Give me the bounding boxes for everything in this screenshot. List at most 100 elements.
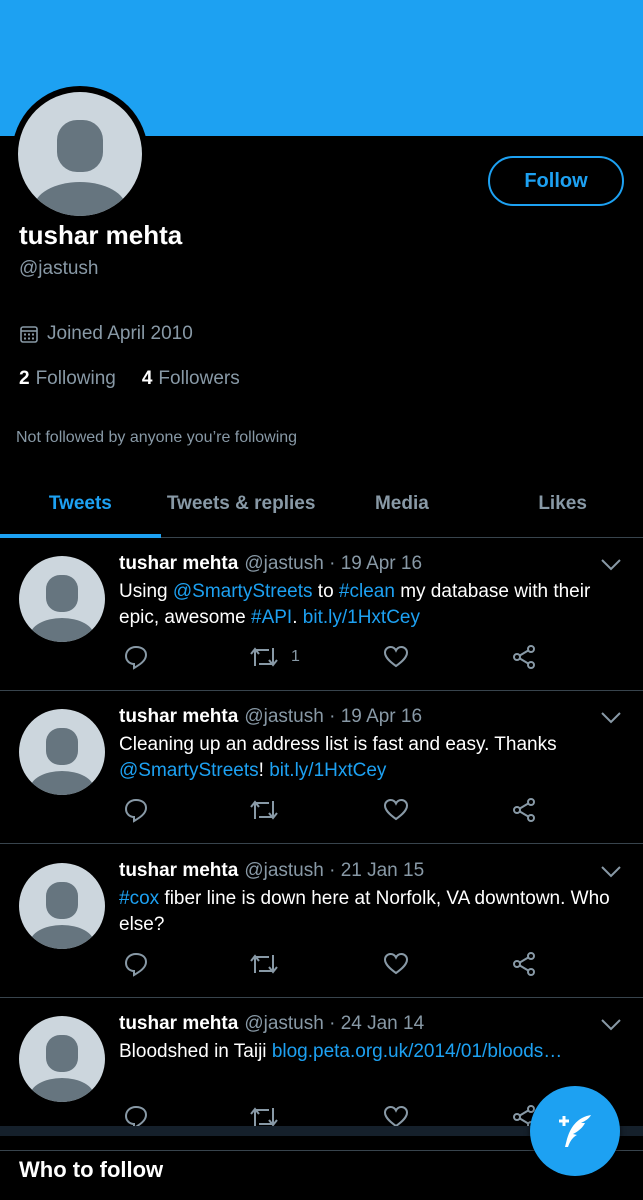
calendar-icon [20, 326, 38, 343]
tweet-card[interactable]: tushar mehta @jastush · 19 Apr 16 Using @… [0, 538, 643, 691]
joined-label: Joined April 2010 [47, 323, 193, 344]
joined-date: Joined April 2010 [19, 323, 193, 345]
following-link[interactable]: 2 Following [19, 368, 116, 390]
tweet-link[interactable]: bit.ly/1HxtCey [303, 607, 420, 628]
default-avatar-icon [30, 1035, 94, 1102]
tweet-link[interactable]: #cox [119, 888, 159, 909]
tweet-link[interactable]: #API [251, 607, 292, 628]
tweet-header: tushar mehta @jastush · 21 Jan 15 [119, 860, 424, 882]
retweet-count: 1 [291, 648, 300, 665]
profile-avatar[interactable] [12, 86, 148, 222]
tweet-avatar[interactable] [19, 709, 105, 795]
chevron-down-icon [601, 559, 621, 571]
tweet-card[interactable]: tushar mehta @jastush · 19 Apr 16 Cleanin… [0, 691, 643, 844]
following-label: Following [35, 368, 116, 389]
tab-media[interactable]: Media [322, 470, 483, 537]
reply-button[interactable] [123, 797, 149, 823]
tweet-author-name[interactable]: tushar mehta [119, 553, 238, 574]
share-icon [513, 952, 535, 976]
tweet-menu-button[interactable] [600, 558, 622, 577]
reply-button[interactable] [123, 951, 149, 977]
tweet-card[interactable]: tushar mehta @jastush · 21 Jan 15 #cox fi… [0, 845, 643, 998]
tab-tweets-and-replies[interactable]: Tweets & replies [161, 470, 322, 537]
like-button[interactable] [383, 797, 409, 823]
tweet-header: tushar mehta @jastush · 19 Apr 16 [119, 553, 422, 575]
retweet-button[interactable]: 1 [249, 644, 300, 670]
share-button[interactable] [511, 951, 537, 977]
share-button[interactable] [511, 797, 537, 823]
tweet-avatar[interactable] [19, 1016, 105, 1102]
share-button[interactable] [511, 644, 537, 670]
tweet-link[interactable]: @SmartyStreets [173, 581, 313, 602]
followers-label: Followers [158, 368, 240, 389]
tweet-menu-button[interactable] [600, 1018, 622, 1037]
share-icon [513, 798, 535, 822]
tab-likes[interactable]: Likes [482, 470, 643, 537]
retweet-icon [250, 647, 278, 667]
tweet-header: tushar mehta @jastush · 24 Jan 14 [119, 1013, 424, 1035]
tweet-link[interactable]: blog.peta.org.uk/2014/01/bloods… [272, 1041, 563, 1062]
tweet-actions [119, 951, 549, 981]
tweet-text: Cleaning up an address list is fast and … [119, 732, 624, 784]
tweet-link[interactable]: #clean [339, 581, 395, 602]
profile-handle: @jastush [19, 258, 99, 279]
default-avatar-icon [30, 728, 94, 795]
like-button[interactable] [383, 644, 409, 670]
tweet-text-segment: Bloodshed in Taiji [119, 1041, 272, 1062]
profile-tabs: Tweets Tweets & replies Media Likes [0, 470, 643, 538]
not-followed-notice: Not followed by anyone you’re following [16, 429, 298, 446]
default-avatar-icon [34, 120, 126, 216]
default-avatar-icon [30, 575, 94, 642]
tweet-author-name[interactable]: tushar mehta [119, 860, 238, 881]
tweet-text-segment: ! [258, 760, 270, 781]
tweet-link[interactable]: bit.ly/1HxtCey [269, 760, 386, 781]
heart-icon [383, 798, 409, 821]
who-to-follow-heading: Who to follow [19, 1157, 164, 1182]
reply-icon [124, 645, 148, 670]
compose-tweet-icon [559, 1115, 591, 1147]
retweet-icon [250, 800, 278, 820]
tweet-menu-button[interactable] [600, 865, 622, 884]
tweet-text-segment: Cleaning up an address list is fast and … [119, 734, 557, 755]
follow-counts: 2 Following 4 Followers [19, 368, 240, 390]
tweet-text-segment: . [292, 607, 303, 628]
retweet-button[interactable] [249, 951, 291, 977]
tweet-author-name[interactable]: tushar mehta [119, 706, 238, 727]
tweet-text: #cox fiber line is down here at Norfolk,… [119, 886, 624, 938]
follow-button[interactable]: Follow [488, 156, 624, 206]
tab-tweets[interactable]: Tweets [0, 470, 161, 538]
tweet-date: · 19 Apr 16 [329, 706, 423, 727]
chevron-down-icon [601, 866, 621, 878]
default-avatar-icon [30, 882, 94, 949]
retweet-icon [250, 954, 278, 974]
tweet-header: tushar mehta @jastush · 19 Apr 16 [119, 706, 422, 728]
tweet-actions: 1 [119, 644, 549, 674]
tweet-date: · 24 Jan 14 [329, 1013, 425, 1034]
tweet-avatar[interactable] [19, 556, 105, 642]
reply-icon [124, 952, 148, 977]
heart-icon [383, 952, 409, 975]
tweet-actions [119, 797, 549, 827]
heart-icon [383, 645, 409, 668]
followers-link[interactable]: 4 Followers [142, 368, 240, 390]
profile-display-name: tushar mehta [19, 220, 183, 250]
compose-tweet-button[interactable] [530, 1086, 620, 1176]
followers-count: 4 [141, 368, 153, 389]
tweet-avatar[interactable] [19, 863, 105, 949]
retweet-button[interactable] [249, 797, 291, 823]
tweet-author-name[interactable]: tushar mehta [119, 1013, 238, 1034]
like-button[interactable] [383, 951, 409, 977]
chevron-down-icon [601, 712, 621, 724]
following-count: 2 [19, 368, 30, 389]
tweet-author-handle: @jastush [244, 860, 324, 881]
tweet-menu-button[interactable] [600, 711, 622, 730]
reply-button[interactable] [123, 644, 149, 670]
tweet-date: · 21 Jan 15 [329, 860, 425, 881]
tweet-author-handle: @jastush [244, 1013, 324, 1034]
tweet-author-handle: @jastush [244, 553, 324, 574]
tweet-text-segment: Using [119, 581, 173, 602]
share-icon [513, 645, 535, 669]
tweet-text: Bloodshed in Taiji blog.peta.org.uk/2014… [119, 1039, 624, 1065]
reply-icon [124, 798, 148, 823]
tweet-link[interactable]: @SmartyStreets [119, 760, 259, 781]
